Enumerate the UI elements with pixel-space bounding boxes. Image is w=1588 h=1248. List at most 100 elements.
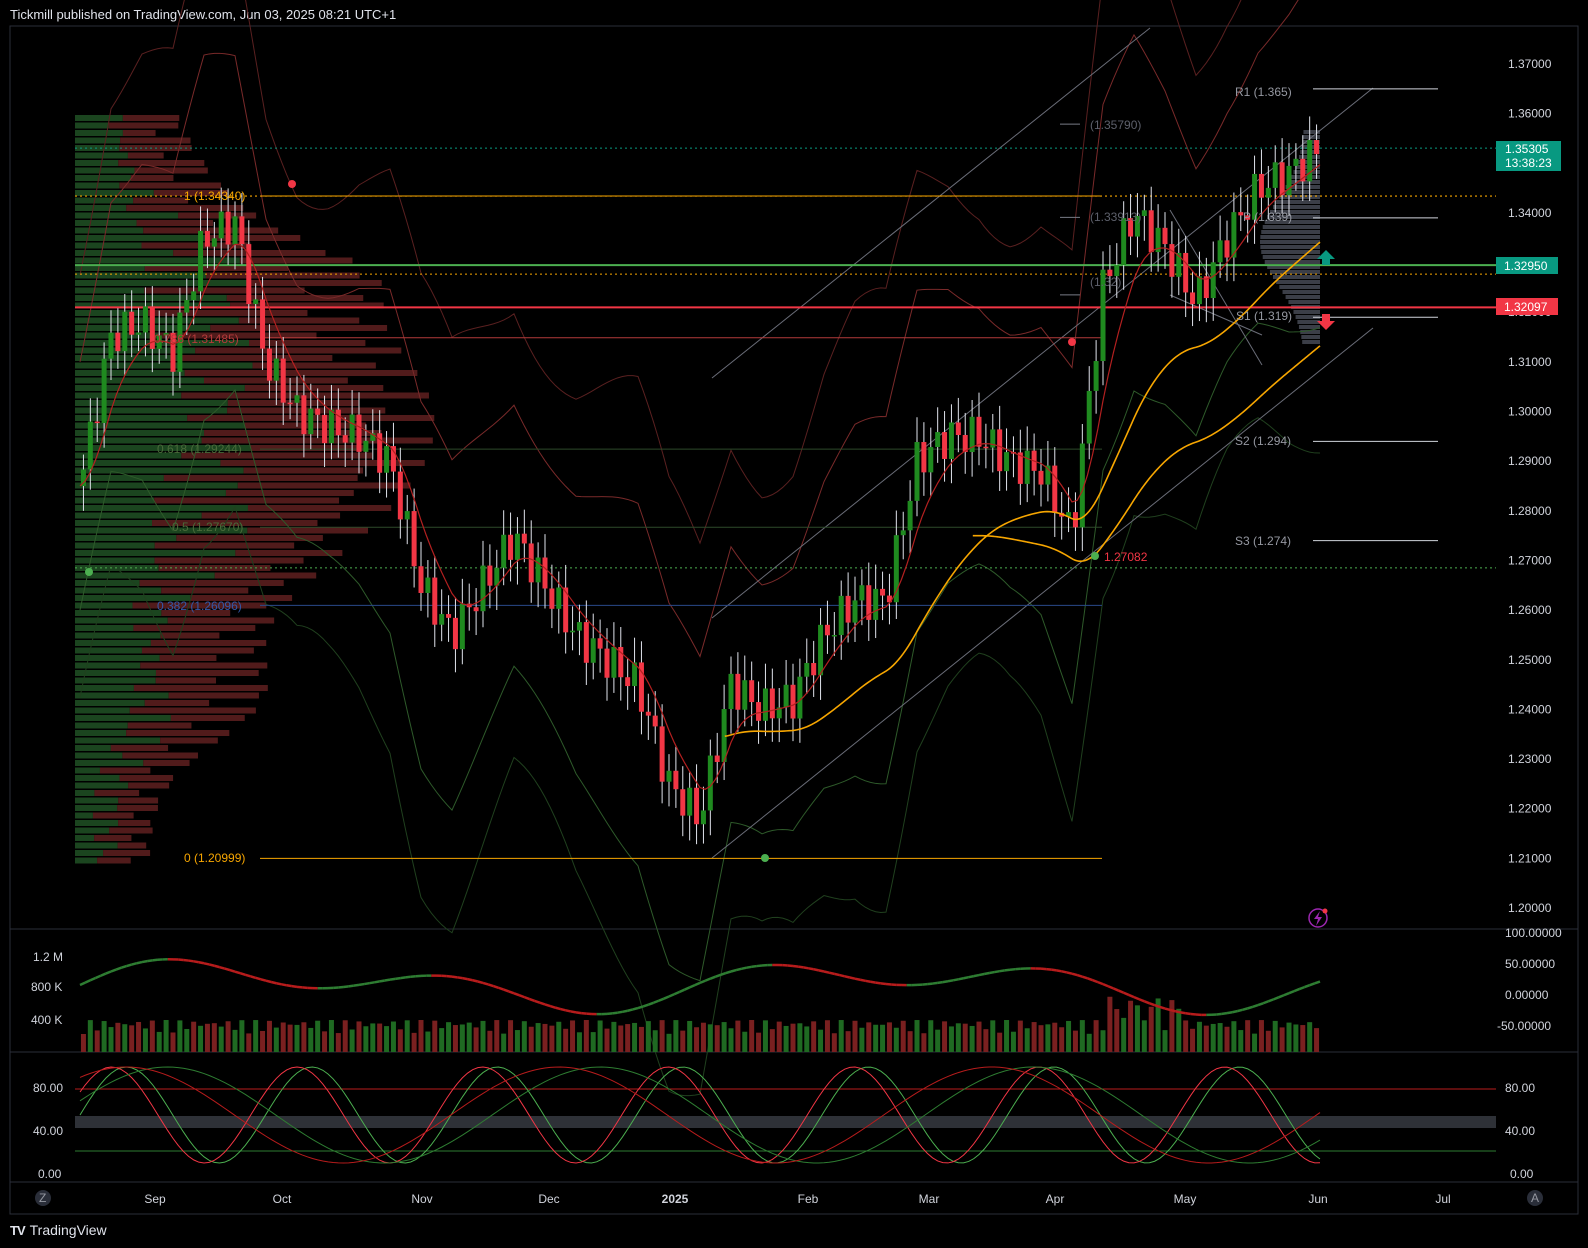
volume-bar	[990, 1020, 996, 1052]
flash-icon[interactable]	[1308, 908, 1328, 928]
rsi-segment	[400, 976, 406, 980]
volume-bar	[1066, 1020, 1072, 1052]
profile-bar-down	[109, 827, 153, 834]
rsi-segment	[1267, 998, 1274, 1003]
rsi-segment	[353, 983, 360, 987]
volume-bar	[301, 1022, 307, 1052]
candle-up	[425, 577, 431, 593]
volume-bar	[976, 1021, 982, 1052]
rsi-segment	[1237, 1008, 1243, 1013]
price-axis[interactable]: 1.370001.360001.350001.340001.330001.320…	[1508, 57, 1552, 915]
profile-bar-up	[75, 835, 95, 841]
auto-scale-button[interactable]: A	[1527, 1190, 1543, 1206]
rsi-segment	[188, 959, 194, 963]
svg-text:Z: Z	[39, 1191, 46, 1205]
rsi-segment	[198, 961, 205, 965]
rsi-segment	[622, 1009, 628, 1014]
rsi-segment	[647, 1001, 654, 1006]
rsi-segment	[968, 974, 975, 979]
profile-bar-up	[75, 137, 121, 144]
rsi-segment	[663, 995, 670, 1000]
volume-bar	[742, 1031, 748, 1052]
price-chart[interactable]: 1.370001.360001.350001.340001.330001.320…	[0, 0, 1588, 1248]
volume-bar	[308, 1027, 314, 1052]
footer-brand[interactable]: TV TradingView	[10, 1222, 107, 1238]
profile-bar-up	[75, 415, 188, 421]
candle-up	[859, 585, 865, 601]
profile-bar-down	[110, 745, 169, 751]
volume-bar	[838, 1020, 844, 1052]
candle-up	[611, 646, 617, 678]
rsi-segment	[384, 978, 391, 982]
volume-bar	[728, 1028, 734, 1052]
rsi-segment	[756, 964, 763, 968]
rsi-segment	[1092, 979, 1099, 984]
red-level-badge: 1.32097	[1496, 298, 1558, 315]
rsi-segment	[942, 980, 949, 984]
price-tick: 1.27000	[1508, 553, 1552, 567]
profile-bar-down	[127, 152, 164, 159]
profile-bar-down	[155, 670, 259, 676]
profile-bar-down	[97, 857, 131, 864]
zoom-button[interactable]: Z	[35, 1190, 51, 1206]
price-tick: 1.22000	[1508, 802, 1552, 816]
candle-up	[253, 299, 259, 305]
volume-bar	[473, 1027, 479, 1052]
volume-bar	[466, 1022, 472, 1052]
candle-up	[948, 422, 954, 459]
rsi-segment	[932, 981, 938, 985]
profile-bar-down	[154, 542, 295, 549]
fib-label-0382: 0.382 (1.26096)	[157, 599, 242, 613]
profile-bar-down	[163, 475, 358, 481]
volume-bar	[948, 1026, 954, 1052]
stoch-left-tick-1: 80.00	[33, 1081, 63, 1095]
rsi-segment	[632, 1006, 639, 1011]
green-level-value: 1.32950	[1504, 259, 1548, 273]
profile-bar-down	[227, 400, 360, 406]
volume-bar	[204, 1023, 210, 1052]
volume-bar	[1114, 1009, 1120, 1052]
candle-down	[390, 446, 396, 472]
candle-up	[852, 600, 858, 623]
volume-bar	[645, 1021, 651, 1052]
rsi-segment	[870, 980, 876, 984]
volume-bar	[149, 1020, 155, 1052]
volume-bar	[315, 1020, 321, 1052]
profile-bar-up	[75, 122, 109, 129]
profile-bar-up	[75, 722, 128, 729]
candle-up	[700, 810, 706, 825]
profile-bar-up	[75, 430, 205, 436]
rsi-segment	[839, 973, 845, 978]
volume-bar	[163, 1020, 169, 1052]
candle-down	[597, 638, 603, 649]
profile-bar-down	[126, 730, 230, 736]
time-axis[interactable]: Sep Oct Nov Dec 2025 Feb Mar Apr May Jun Jul	[144, 1192, 1450, 1206]
volume-bar	[1300, 1025, 1306, 1052]
rsi-segment	[523, 995, 530, 1001]
rsi-segment	[1149, 1002, 1156, 1007]
volume-bar	[1272, 1020, 1278, 1052]
candle-up	[818, 624, 824, 676]
volume-bar	[556, 1021, 562, 1052]
profile-bar-up	[75, 542, 155, 549]
mini-profile-bar	[1262, 225, 1320, 229]
volume-bar	[101, 1021, 107, 1052]
candle-down	[1052, 465, 1058, 513]
profile-bar-up	[75, 235, 210, 241]
candle-up	[900, 530, 906, 536]
volume-bar	[1258, 1020, 1264, 1052]
volume-bar	[1148, 1006, 1154, 1052]
candle-up	[1307, 140, 1313, 182]
rsi-segment	[735, 967, 742, 972]
candle-up	[576, 622, 582, 631]
candle-up	[136, 332, 142, 335]
profile-bar-down	[146, 310, 308, 316]
profile-bar-up	[75, 775, 120, 781]
candle-up	[191, 291, 197, 301]
rsi-segment	[498, 986, 505, 991]
volume-bar	[1004, 1020, 1010, 1052]
profile-bar-down	[243, 467, 364, 474]
volume-bar	[418, 1020, 424, 1052]
rsi-segment	[828, 971, 835, 976]
rsi-segment	[229, 968, 236, 973]
